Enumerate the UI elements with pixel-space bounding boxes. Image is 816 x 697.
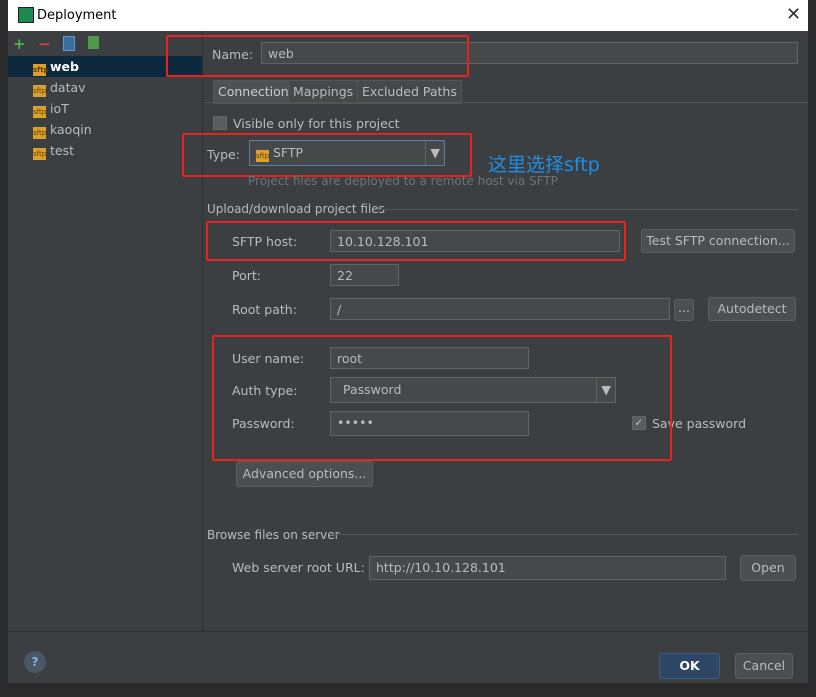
visible-only-checkbox[interactable]	[213, 116, 227, 130]
app-icon	[18, 7, 34, 23]
item-label: datav	[50, 80, 86, 95]
sftp-icon: sftp	[33, 106, 47, 118]
tab-excluded-paths[interactable]: Excluded Paths	[357, 80, 462, 104]
root-path-input[interactable]: /	[330, 298, 670, 320]
close-icon[interactable]: ✕	[786, 4, 801, 25]
dialog-footer: ? OK Cancel	[8, 631, 808, 684]
remove-icon[interactable]: −	[38, 35, 51, 53]
visible-only-label: Visible only for this project	[233, 116, 400, 131]
sftp-icon: sftp	[33, 148, 47, 160]
annotation-text: 这里选择sftp	[488, 154, 600, 176]
tab-divider	[204, 102, 808, 103]
cancel-button[interactable]: Cancel	[735, 653, 793, 679]
highlight-box	[206, 221, 626, 261]
root-path-label: Root path:	[232, 302, 297, 317]
open-button[interactable]: Open	[740, 555, 796, 581]
default-server-icon[interactable]	[88, 36, 99, 49]
item-label: ioT	[50, 101, 69, 116]
item-label: test	[50, 143, 75, 158]
server-list-panel: + − sftpweb sftp datav sftp ioT sftp kaoqin…	[8, 31, 203, 631]
port-label: Port:	[232, 268, 261, 283]
item-label: kaoqin	[50, 122, 92, 137]
item-label: web	[50, 59, 79, 74]
section-divider	[376, 209, 798, 210]
sftp-icon: sftp	[33, 85, 47, 97]
section-divider	[330, 534, 798, 535]
sidebar-item-iot[interactable]: sftp ioT	[8, 98, 202, 119]
tab-mappings[interactable]: Mappings	[288, 80, 359, 104]
help-icon[interactable]: ?	[24, 651, 46, 673]
test-connection-button[interactable]: Test SFTP connection...	[641, 229, 795, 253]
sftp-icon: sftp	[33, 64, 49, 76]
browse-section-title: Browse files on server	[207, 528, 340, 542]
title-bar: Deployment ✕	[8, 0, 808, 31]
web-url-label: Web server root URL:	[232, 560, 365, 575]
highlight-box	[182, 133, 472, 177]
sidebar-item-datav[interactable]: sftp datav	[8, 77, 202, 98]
web-url-input[interactable]: http://10.10.128.101	[369, 556, 726, 580]
highlight-box	[212, 335, 672, 461]
advanced-options-button[interactable]: Advanced options...	[236, 461, 373, 487]
sidebar-item-kaoqin[interactable]: sftp kaoqin	[8, 119, 202, 140]
tab-connection[interactable]: Connection	[213, 80, 294, 104]
port-input[interactable]: 22	[330, 264, 399, 286]
sidebar-item-test[interactable]: sftp test	[8, 140, 202, 161]
autodetect-button[interactable]: Autodetect	[708, 297, 796, 321]
browse-button[interactable]: ...	[674, 299, 694, 321]
sftp-icon: sftp	[33, 127, 47, 139]
upload-section-title: Upload/download project files	[207, 202, 385, 216]
type-hint: Project files are deployed to a remote h…	[248, 174, 558, 188]
add-icon[interactable]: +	[13, 35, 26, 53]
copy-icon[interactable]	[63, 36, 75, 51]
window-title: Deployment	[37, 8, 117, 23]
ok-button[interactable]: OK	[659, 653, 720, 679]
deployment-dialog: + − sftpweb sftp datav sftp ioT sftp kaoqin…	[8, 31, 808, 683]
highlight-box	[166, 35, 469, 77]
